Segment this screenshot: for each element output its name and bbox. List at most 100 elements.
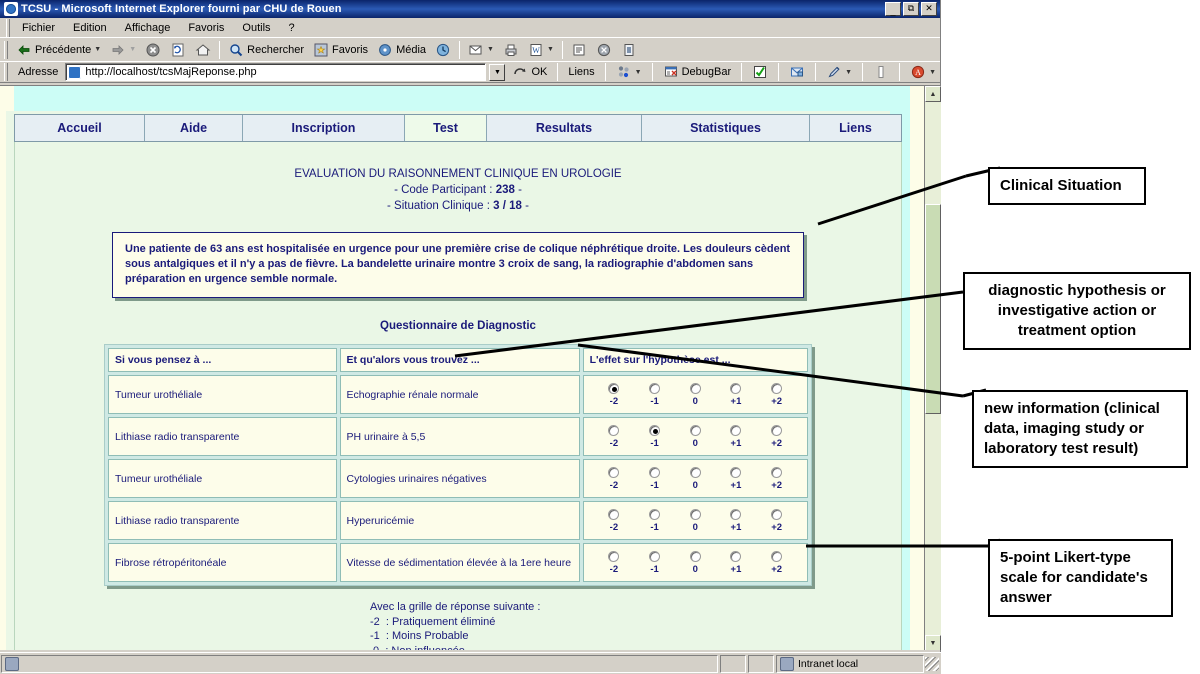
- nav-tab-resultats[interactable]: Resultats: [487, 115, 642, 141]
- menubar-grip[interactable]: [6, 18, 10, 37]
- resize-grip[interactable]: [925, 656, 939, 671]
- likert-radio-+2[interactable]: [771, 551, 783, 562]
- likert-radio--1[interactable]: [649, 551, 661, 562]
- links-button[interactable]: Liens: [564, 64, 598, 80]
- nav-tab-aide[interactable]: Aide: [145, 115, 243, 141]
- likert-radio-+2[interactable]: [771, 509, 783, 520]
- text-tool-button[interactable]: [869, 62, 893, 82]
- acrobat-button[interactable]: A ▼: [906, 62, 940, 82]
- likert-radio--2[interactable]: [608, 425, 620, 436]
- go-button[interactable]: OK: [508, 62, 551, 82]
- likert-option: -1: [637, 509, 673, 533]
- back-button[interactable]: Précédente ▼: [12, 40, 105, 60]
- likert-radio--2[interactable]: [608, 551, 620, 562]
- screenshot-root: TCSU - Microsoft Internet Explorer fourn…: [0, 0, 1200, 674]
- likert-radio-0[interactable]: [689, 509, 701, 520]
- messenger-button[interactable]: [592, 40, 616, 60]
- menu-help[interactable]: ?: [280, 20, 304, 36]
- close-button[interactable]: ✕: [921, 2, 937, 16]
- forward-dropdown-icon[interactable]: ▼: [129, 46, 136, 53]
- page-scrollbar-vertical[interactable]: ▲ ▼: [924, 86, 941, 650]
- refresh-button[interactable]: [166, 40, 190, 60]
- mail-button[interactable]: ▼: [464, 40, 498, 60]
- likert-radio--1[interactable]: [649, 467, 661, 478]
- favorites-button[interactable]: Favoris: [309, 40, 372, 60]
- likert-radio--2[interactable]: [608, 467, 620, 478]
- mail-envelope-button[interactable]: [785, 62, 809, 82]
- highlighter-button[interactable]: ▼: [822, 62, 856, 82]
- legend-key-2: 0: [370, 645, 379, 651]
- menu-affichage[interactable]: Affichage: [116, 20, 180, 36]
- acrobat-dropdown-icon[interactable]: ▼: [929, 69, 936, 76]
- address-bar: Adresse http://localhost/tcsMajReponse.p…: [0, 61, 940, 83]
- likert-radio-0[interactable]: [689, 467, 701, 478]
- likert-radio-+1[interactable]: [730, 551, 742, 562]
- home-button[interactable]: [191, 40, 215, 60]
- scroll-up-button[interactable]: ▲: [925, 86, 941, 102]
- nav-tab-accueil[interactable]: Accueil: [15, 115, 145, 141]
- edit-word-icon: W: [528, 42, 544, 58]
- likert-radio-+2[interactable]: [771, 383, 783, 394]
- menu-favoris[interactable]: Favoris: [179, 20, 233, 36]
- likert-radio-0[interactable]: [689, 425, 701, 436]
- address-input[interactable]: http://localhost/tcsMajReponse.php: [65, 63, 487, 81]
- media-button[interactable]: Média: [373, 40, 430, 60]
- edit-dropdown-icon[interactable]: ▼: [547, 46, 554, 53]
- dots-dropdown-icon[interactable]: ▼: [635, 69, 642, 76]
- likert-radio--1[interactable]: [649, 425, 661, 436]
- addressbar-grip[interactable]: [4, 63, 8, 81]
- research-button[interactable]: [617, 40, 641, 60]
- likert-radio--1[interactable]: [649, 509, 661, 520]
- likert-radio-+1[interactable]: [730, 425, 742, 436]
- nav-tab-test[interactable]: Test: [405, 115, 487, 141]
- likert-label: 0: [692, 480, 698, 491]
- scroll-down-button[interactable]: ▼: [925, 635, 941, 650]
- dots-toolbar-button[interactable]: ▼: [612, 62, 646, 82]
- scrollbar-thumb[interactable]: [925, 204, 941, 414]
- likert-radio-+1[interactable]: [730, 383, 742, 394]
- minimize-button[interactable]: _: [885, 2, 901, 16]
- cell-hypothesis: Lithiase radio transparente: [108, 417, 337, 456]
- nav-tab-statistiques[interactable]: Statistiques: [642, 115, 810, 141]
- back-dropdown-icon[interactable]: ▼: [94, 46, 101, 53]
- likert-label: -2: [609, 564, 619, 575]
- restore-button[interactable]: ⧉: [903, 2, 919, 16]
- cell-likert: -2 -1 0 +1 +2: [582, 543, 808, 582]
- menu-outils[interactable]: Outils: [233, 20, 279, 36]
- history-button[interactable]: [431, 40, 455, 60]
- situation-prefix: - Situation Clinique :: [387, 200, 494, 212]
- back-label: Précédente: [35, 43, 92, 56]
- validate-button[interactable]: [748, 62, 772, 82]
- likert-radio--1[interactable]: [649, 383, 661, 394]
- likert-radio--2[interactable]: [608, 509, 620, 520]
- annotation-clinical-situation: Clinical Situation: [988, 167, 1146, 205]
- likert-radio-+1[interactable]: [730, 509, 742, 520]
- address-separator-8: [899, 63, 901, 81]
- likert-label: +1: [730, 438, 742, 449]
- likert-radio--2[interactable]: [608, 383, 620, 394]
- nav-tab-inscription[interactable]: Inscription: [243, 115, 405, 141]
- pen-dropdown-icon[interactable]: ▼: [845, 69, 852, 76]
- forward-button[interactable]: ▼: [106, 40, 140, 60]
- likert-radio-0[interactable]: [689, 383, 701, 394]
- toolbar-grip[interactable]: [4, 40, 8, 59]
- edit-word-button[interactable]: W ▼: [524, 40, 558, 60]
- discuss-button[interactable]: [567, 40, 591, 60]
- nav-tab-liens[interactable]: Liens: [810, 115, 901, 141]
- status-zone-label: Intranet local: [798, 657, 859, 670]
- address-dropdown-button[interactable]: ▼: [489, 63, 506, 81]
- mail-dropdown-icon[interactable]: ▼: [487, 46, 494, 53]
- situation-line: - Situation Clinique : 3 / 18 -: [15, 198, 901, 214]
- likert-radio-0[interactable]: [689, 551, 701, 562]
- likert-radio-+2[interactable]: [771, 425, 783, 436]
- debugbar-button[interactable]: DebugBar: [659, 62, 736, 82]
- legend-text-1: : Moins Probable: [385, 630, 469, 642]
- search-button[interactable]: Rechercher: [224, 40, 308, 60]
- print-button[interactable]: [499, 40, 523, 60]
- menu-fichier[interactable]: Fichier: [13, 20, 64, 36]
- likert-radio-+2[interactable]: [771, 467, 783, 478]
- menu-edition[interactable]: Edition: [64, 20, 116, 36]
- stop-button[interactable]: [141, 40, 165, 60]
- likert-radio-+1[interactable]: [730, 467, 742, 478]
- text-cursor-icon: [873, 64, 889, 80]
